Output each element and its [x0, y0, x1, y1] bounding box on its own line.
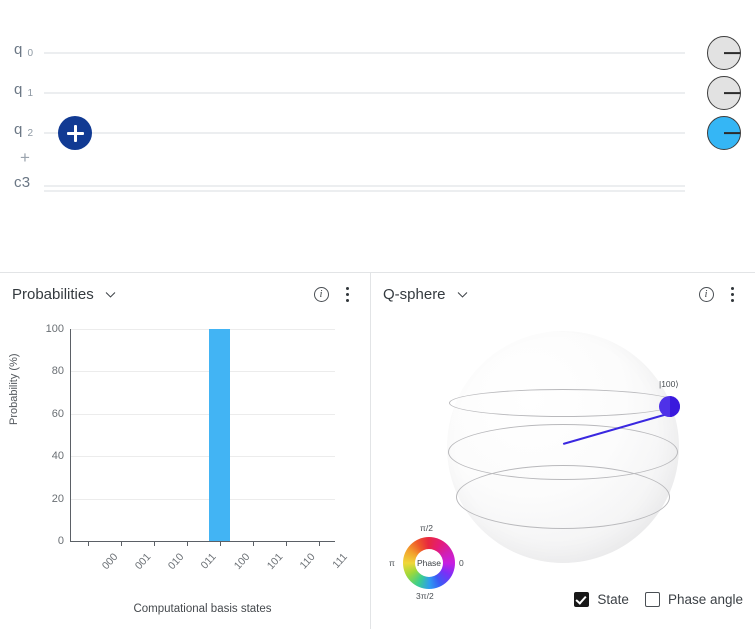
classical-register-row: c3 — [0, 174, 755, 198]
quantum-composer-app: q 0 q 1 q 2 + c3 Probabilities i Probabi… — [0, 0, 755, 629]
phase-wheel-label-right: 0 — [459, 558, 464, 568]
qubit-label-index: 0 — [27, 48, 34, 59]
chart-y-tick-label: 0 — [57, 535, 64, 547]
probabilities-panel-header: Probabilities i — [0, 273, 370, 315]
chart-y-tick-label: 80 — [51, 365, 64, 378]
chart-gridline — [71, 371, 335, 373]
qubit-wire-q2[interactable] — [44, 132, 685, 134]
phase-disk-q2[interactable] — [707, 116, 741, 150]
chart-gridline — [71, 456, 335, 458]
chart-x-axis-title: Computational basis states — [133, 603, 272, 615]
qubit-label-name: q — [14, 81, 23, 98]
chart-x-tick-mark — [318, 541, 320, 546]
chart-x-tick-label: 101 — [264, 551, 285, 573]
probabilities-panel-title: Probabilities — [12, 285, 94, 303]
phase-wheel-center-label: Phase — [415, 549, 443, 577]
qsphere-info-button[interactable]: i — [693, 281, 719, 307]
chart-gridline — [71, 413, 335, 415]
phase-angle-checkbox-label: Phase angle — [667, 592, 743, 607]
phase-disk-hand — [724, 132, 740, 134]
qubit-wire-q0[interactable] — [44, 52, 685, 54]
qubit-wire-row: q 0 — [0, 41, 755, 65]
chart-y-axis-title: Probability (%) — [8, 353, 20, 425]
chart-x-tick-mark — [120, 541, 122, 546]
qsphere-state-node[interactable] — [659, 396, 680, 417]
chart-x-tick-label: 111 — [329, 551, 350, 571]
qsphere-panel: Q-sphere i |100⟩ Phase π/2 π 0 3π/2 Stat… — [371, 273, 755, 629]
probabilities-overflow-button[interactable] — [334, 281, 360, 307]
chart-x-tick-label: 011 — [198, 551, 219, 572]
chart-x-tick-label: 110 — [297, 551, 318, 572]
chart-y-tick-label: 60 — [51, 407, 64, 420]
chevron-down-icon[interactable] — [456, 288, 469, 301]
qubit-wire-q1[interactable] — [44, 92, 685, 94]
plus-icon — [66, 124, 84, 142]
chart-x-tick-mark — [153, 541, 155, 546]
qubit-label-q1: q 1 — [14, 81, 33, 105]
chevron-down-icon[interactable] — [104, 288, 117, 301]
chart-y-tick-label: 40 — [51, 450, 64, 463]
state-checkbox-item[interactable]: State — [574, 592, 629, 607]
chart-y-tick-label: 100 — [45, 323, 64, 335]
qubit-label-q0: q 0 — [14, 41, 33, 65]
qsphere-latitude-ring — [449, 389, 677, 417]
chart-x-tick-label: 000 — [99, 551, 120, 573]
chart-x-tick-label: 010 — [165, 551, 186, 573]
chart-x-tick-label: 001 — [132, 551, 153, 573]
qubit-label-name: q — [14, 41, 23, 58]
qsphere-panel-title: Q-sphere — [383, 285, 446, 303]
phase-wheel-label-bottom: 3π/2 — [416, 591, 434, 601]
chart-bar[interactable] — [209, 329, 230, 541]
classical-wire-c3[interactable] — [44, 185, 685, 192]
qsphere-panel-header: Q-sphere i — [371, 273, 755, 315]
phase-disk-hand — [724, 52, 740, 54]
qubit-label-index: 2 — [27, 128, 34, 139]
chart-plot-area: 0 20 40 60 80 100 000 001 010 011 100 101 110 111 — [46, 323, 350, 572]
phase-angle-checkbox-item[interactable]: Phase angle — [644, 592, 743, 607]
add-gate-button[interactable] — [58, 116, 92, 150]
probabilities-panel: Probabilities i Probability (%) 0 20 40 60 8… — [0, 273, 370, 629]
qsphere-globe — [447, 331, 679, 563]
probabilities-info-button[interactable]: i — [308, 281, 334, 307]
phase-color-wheel: Phase π/2 π 0 3π/2 — [389, 523, 469, 603]
qsphere-visualization[interactable]: |100⟩ Phase π/2 π 0 3π/2 State Phase ang… — [371, 315, 755, 629]
state-checkbox-label: State — [597, 592, 629, 607]
chart-x-tick-mark — [252, 541, 254, 546]
overflow-menu-icon — [730, 286, 734, 302]
qsphere-state-node-label: |100⟩ — [659, 379, 679, 389]
chart-y-tick-label: 20 — [51, 492, 64, 505]
qubit-wire-row: q 1 — [0, 81, 755, 105]
qsphere-legend-controls: State Phase angle — [574, 592, 743, 607]
chart-gridline — [71, 329, 335, 330]
chart-x-tick-mark — [219, 541, 221, 546]
phase-disk-hand — [724, 92, 740, 94]
phase-wheel-label-left: π — [389, 558, 395, 568]
qsphere-overflow-button[interactable] — [719, 281, 745, 307]
qubit-label-index: 1 — [27, 88, 34, 99]
chart-x-tick-label: 100 — [231, 551, 252, 573]
chart-x-tick-mark — [186, 541, 188, 546]
chart-x-tick-mark — [87, 541, 89, 546]
chart-gridline — [71, 498, 335, 500]
phase-disk-q0[interactable] — [707, 36, 741, 70]
qubit-wire-row: q 2 — [0, 121, 755, 145]
info-icon: i — [313, 286, 329, 302]
phase-angle-checkbox[interactable] — [644, 592, 660, 607]
circuit-composer: q 0 q 1 q 2 + c3 — [0, 0, 755, 272]
probabilities-bar-chart: Probability (%) 0 20 40 60 80 100 000 001 010 011… — [0, 315, 370, 629]
add-qubit-button[interactable]: + — [16, 149, 34, 167]
qubit-label-q2: q 2 — [14, 121, 33, 145]
info-icon: i — [698, 286, 714, 302]
overflow-menu-icon — [345, 286, 349, 302]
qsphere-latitude-ring — [456, 465, 670, 529]
phase-wheel-label-top: π/2 — [420, 523, 433, 533]
phase-disk-q1[interactable] — [707, 76, 741, 110]
state-checkbox[interactable] — [574, 592, 590, 607]
classical-register-label: c3 — [14, 174, 31, 191]
qubit-label-name: q — [14, 121, 23, 138]
chart-x-tick-mark — [285, 541, 287, 546]
